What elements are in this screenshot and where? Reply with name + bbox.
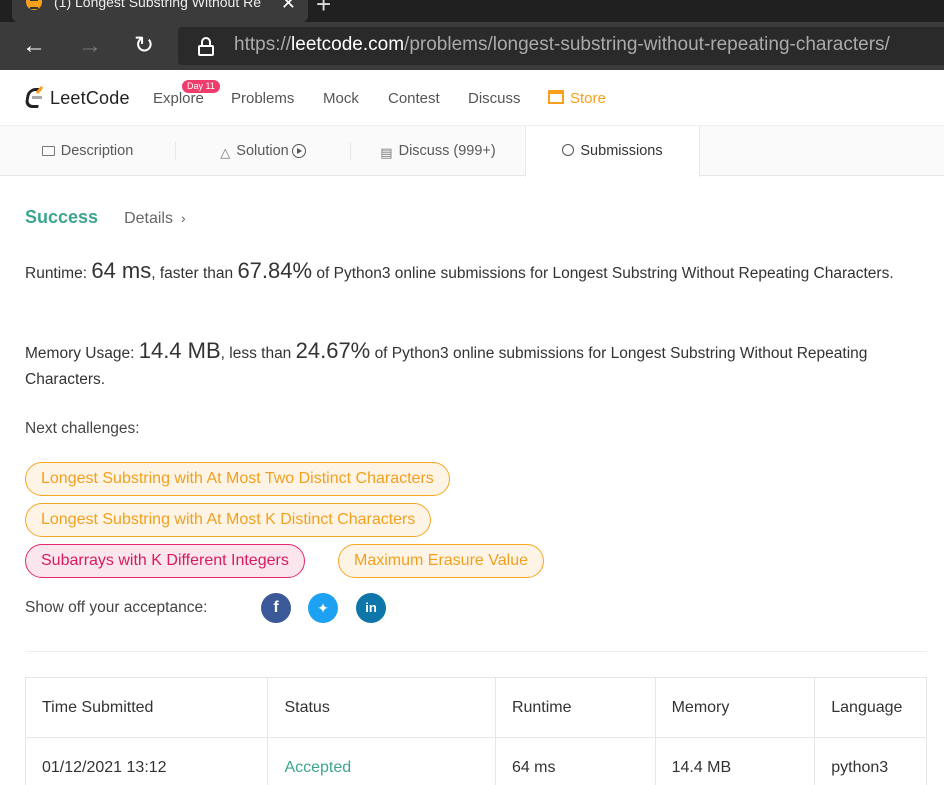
browser-tab[interactable]: (1) Longest Substring Without Re ✕ [12, 0, 308, 22]
column-header: Time Submitted [26, 678, 269, 737]
next-challenges-label: Next challenges: [25, 420, 140, 437]
problem-tabs: Description △ Solution ▤ Discuss (999+) Su… [0, 126, 944, 177]
new-tab-button[interactable]: + [316, 0, 331, 17]
leetcode-logo-icon [24, 85, 44, 110]
browser-tab-bar: (1) Longest Substring Without Re ✕ + [0, 0, 944, 22]
column-header: Runtime [496, 678, 656, 737]
challenge-chip[interactable]: Maximum Erasure Value [338, 544, 544, 578]
column-header: Memory [656, 678, 816, 737]
tab-submissions[interactable]: Submissions [525, 126, 700, 177]
column-header: Language [831, 698, 903, 716]
language-cell: python3 [831, 758, 889, 776]
site-header: LeetCode Explore Problems Mock Contest D… [0, 70, 944, 126]
success-status: Success [25, 207, 99, 227]
submissions-table: Time Submitted Status Runtime Memory Lan… [25, 677, 927, 785]
lock-icon [198, 37, 214, 56]
nav-discuss[interactable]: Discuss [468, 90, 521, 107]
runtime-stat: Runtime: 64 ms, faster than 67.84% of Py… [25, 258, 894, 283]
challenge-chip[interactable]: Longest Substring with At Most K Distinc… [25, 503, 432, 537]
challenge-chip[interactable]: Longest Substring with At Most Two Disti… [25, 462, 450, 496]
store-icon [548, 90, 564, 104]
back-arrow-icon[interactable]: ← [18, 30, 50, 62]
submission-result-panel: Success Details › Runtime: 64 ms, faster … [0, 177, 944, 785]
leetcode-logo[interactable]: LeetCode [24, 84, 130, 112]
tab-title: (1) Longest Substring Without Re [54, 0, 261, 10]
tab-description[interactable]: Description [0, 126, 175, 176]
memory-stat: Memory Usage: 14.4 MB, less than 24.67% … [25, 338, 868, 388]
forward-arrow-icon[interactable]: → [74, 30, 106, 62]
tab-close-icon[interactable]: ✕ [281, 0, 296, 12]
status-cell: Accepted [268, 738, 496, 785]
clock-icon [562, 144, 575, 156]
accepted-link[interactable]: Accepted [284, 759, 351, 777]
leetcode-favicon-icon [26, 0, 42, 10]
table-row: 01/12/2021 13:12 Accepted 64 ms 14.4 MB … [26, 738, 926, 785]
challenge-chip[interactable]: Subarrays with K Different Integers [25, 544, 305, 578]
tab-discuss[interactable]: ▤ Discuss (999+) [351, 126, 525, 176]
tab-solution[interactable]: △ Solution [176, 126, 350, 176]
url-text[interactable]: https://leetcode.com/problems/longest-su… [234, 34, 890, 56]
share-label: Show off your acceptance: [25, 599, 208, 616]
reload-icon[interactable]: ↻ [128, 30, 160, 62]
result-status-row: Success Details › [25, 207, 186, 228]
table-header-row: Time Submitted Status Runtime Memory Lan… [26, 678, 926, 738]
description-icon [41, 146, 55, 156]
chevron-right-icon: › [180, 210, 186, 226]
comment-icon: ▤ [380, 145, 393, 160]
divider [25, 651, 927, 652]
browser-nav-bar: ← → ↻ https://leetcode.com/problems/long… [0, 22, 944, 70]
column-header: Status [268, 678, 496, 737]
runtime-cell: 64 ms [496, 738, 656, 785]
play-icon [291, 144, 306, 158]
twitter-icon[interactable]: ✦ [308, 593, 338, 623]
address-bar[interactable]: https://leetcode.com/problems/longest-su… [178, 27, 944, 65]
linkedin-icon[interactable]: in [356, 593, 386, 623]
nav-mock[interactable]: Mock [323, 90, 359, 107]
nav-store[interactable]: Store [548, 90, 606, 107]
explore-day-badge: Day 11 [182, 80, 220, 93]
nav-contest[interactable]: Contest [388, 90, 440, 107]
details-link[interactable]: Details › [124, 210, 186, 228]
flask-icon: △ [220, 145, 231, 160]
time-submitted-cell: 01/12/2021 13:12 [26, 738, 269, 785]
memory-cell: 14.4 MB [656, 738, 816, 785]
facebook-icon[interactable]: f [261, 593, 291, 623]
nav-problems[interactable]: Problems [231, 90, 294, 107]
